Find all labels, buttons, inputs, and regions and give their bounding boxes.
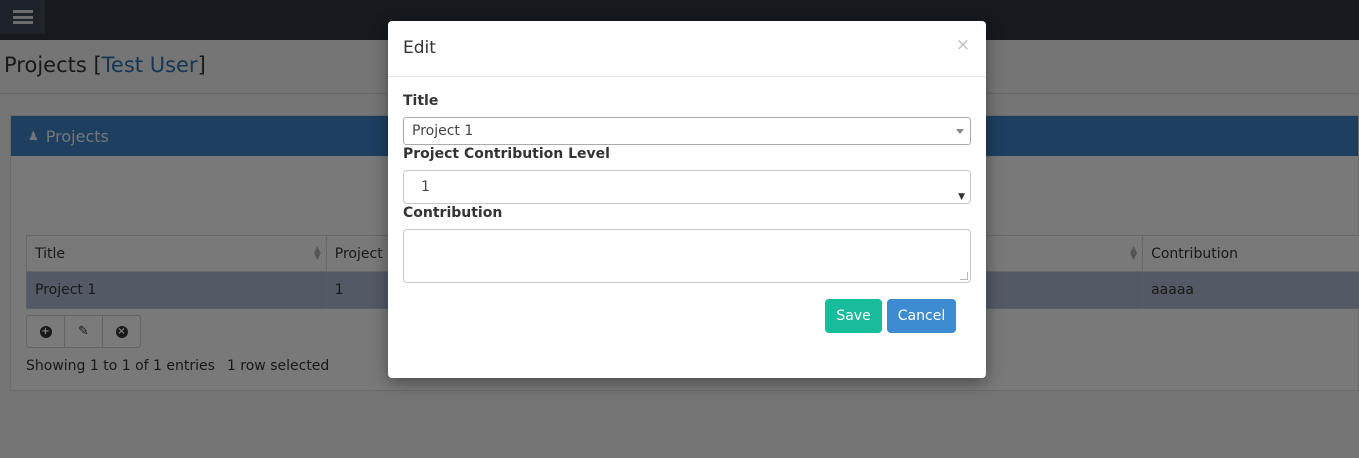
title-select-value: Project 1	[412, 123, 474, 139]
modal-title: Edit	[403, 38, 436, 58]
contribution-level-label: Project Contribution Level	[403, 146, 610, 162]
dropdown-arrow-icon: ▼	[958, 192, 965, 202]
title-label: Title	[403, 93, 439, 109]
resize-handle-icon[interactable]	[960, 272, 968, 280]
close-icon[interactable]: ×	[956, 35, 970, 55]
contribution-level-value: 1	[421, 179, 430, 195]
edit-modal: Edit × Title Project 1 Project Contribut…	[388, 21, 986, 378]
cancel-button[interactable]: Cancel	[887, 299, 956, 333]
contribution-label: Contribution	[403, 205, 503, 221]
modal-header: Edit ×	[388, 21, 986, 77]
title-select[interactable]: Project 1	[403, 117, 971, 145]
chevron-down-icon	[956, 129, 964, 134]
save-button[interactable]: Save	[825, 299, 882, 333]
contribution-level-select[interactable]: 1 ▼	[403, 170, 971, 204]
contribution-textarea[interactable]	[403, 229, 971, 283]
